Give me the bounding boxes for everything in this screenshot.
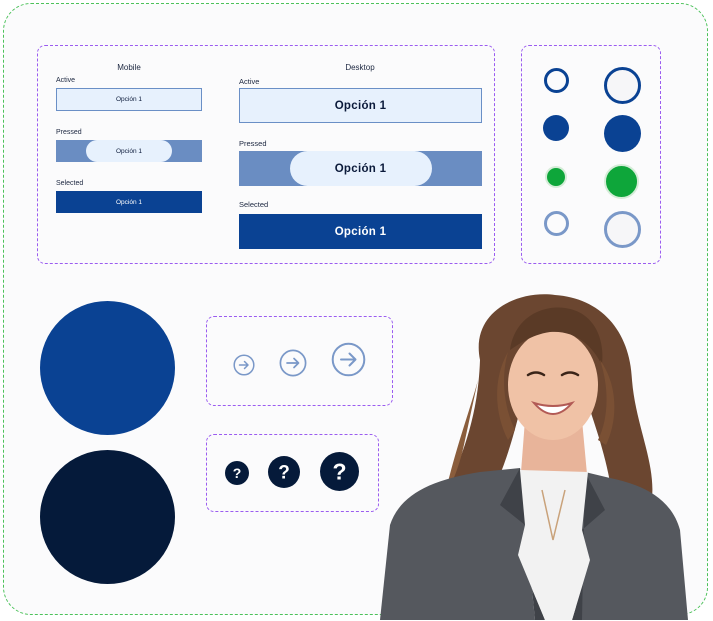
smiling-woman-photo — [360, 290, 708, 620]
mobile-pressed-label: Pressed — [56, 129, 82, 136]
mobile-selected-label: Selected — [56, 180, 84, 187]
desktop-selected-label: Selected — [239, 200, 269, 209]
desktop-option-active-text: Opción 1 — [334, 99, 387, 112]
question-circle-icon[interactable]: ? — [225, 461, 249, 485]
radio-disabled-large[interactable] — [604, 211, 641, 248]
mobile-option-pressed-text: Opción 1 — [115, 147, 143, 155]
radio-filled-small[interactable] — [543, 115, 569, 141]
radio-unchecked-large[interactable] — [604, 67, 641, 104]
radio-success-large[interactable] — [604, 164, 639, 199]
mobile-option-pressed-button[interactable]: Opción 1 — [56, 140, 202, 162]
svg-text:?: ? — [278, 463, 290, 484]
desktop-active-label: Active — [239, 77, 260, 86]
mobile-option-active-text: Opción 1 — [115, 96, 143, 103]
radio-filled-large[interactable] — [604, 115, 641, 152]
mobile-column-title: Mobile — [117, 63, 141, 72]
radio-disabled-small[interactable] — [544, 211, 569, 236]
desktop-pressed-label: Pressed — [239, 139, 267, 148]
mobile-active-label: Active — [56, 77, 76, 84]
desktop-option-selected-text: Opción 1 — [334, 225, 387, 238]
desktop-option-active-button[interactable]: Opción 1 — [239, 88, 482, 123]
desktop-option-pressed-text: Opción 1 — [334, 162, 387, 175]
mobile-option-active-button[interactable]: Opción 1 — [56, 88, 202, 111]
arrow-right-circle-icon[interactable] — [279, 349, 307, 377]
svg-text:?: ? — [233, 465, 242, 481]
primary-color-swatch — [40, 301, 175, 435]
arrow-right-circle-icon[interactable] — [233, 354, 255, 376]
question-circle-icon[interactable]: ? — [320, 452, 359, 491]
radio-success-small[interactable] — [545, 166, 567, 188]
desktop-option-selected-button[interactable]: Opción 1 — [239, 214, 482, 249]
desktop-option-pressed-button[interactable]: Opción 1 — [239, 151, 482, 186]
option-buttons-panel: Mobile Desktop Active Opción 1 Pressed O… — [37, 45, 495, 264]
dark-navy-color-swatch — [40, 450, 175, 584]
mobile-option-selected-text: Opción 1 — [115, 198, 143, 206]
mobile-option-selected-button[interactable]: Opción 1 — [56, 191, 202, 213]
desktop-column-title: Desktop — [345, 63, 375, 72]
question-circle-icon[interactable]: ? — [268, 456, 300, 488]
svg-text:?: ? — [332, 459, 346, 485]
radio-unchecked-small[interactable] — [544, 68, 569, 93]
